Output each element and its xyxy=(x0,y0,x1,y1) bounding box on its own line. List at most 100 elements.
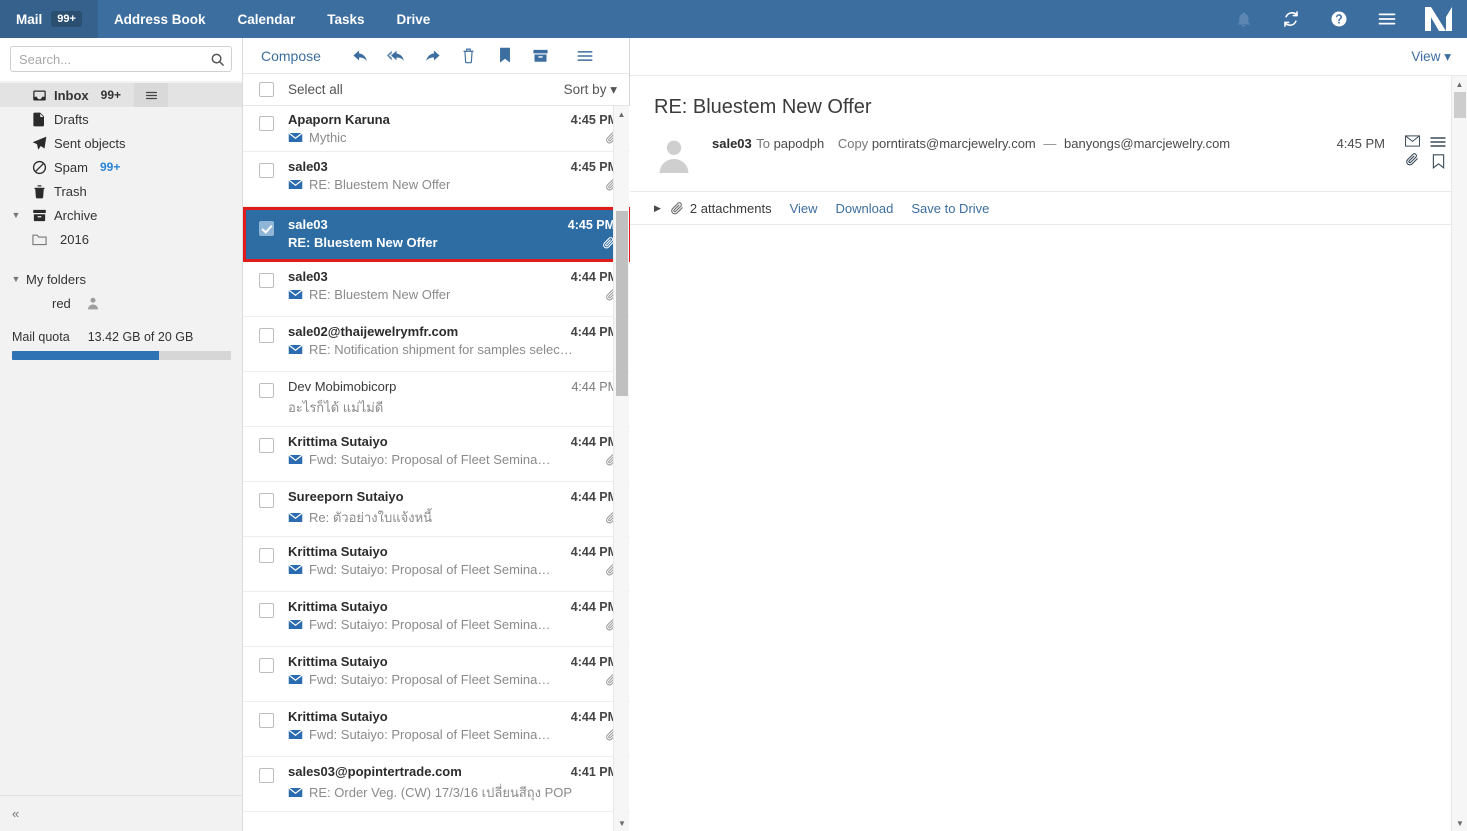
chevron-down-icon: ▾ xyxy=(1444,48,1451,64)
sidebar-item-sent-objects[interactable]: Sent objects xyxy=(0,131,242,155)
nav-tab-address-book[interactable]: Address Book xyxy=(98,0,222,38)
search-input[interactable] xyxy=(11,47,203,71)
message-checkbox[interactable] xyxy=(259,328,274,343)
message-top-line: sale02@thaijewelrymfr.com 4:44 PM xyxy=(288,324,618,339)
scroll-down-arrow-icon[interactable]: ▼ xyxy=(614,815,630,831)
message-checkbox[interactable] xyxy=(259,603,274,618)
archive-expand-twisty-icon[interactable]: ▼ xyxy=(6,210,26,220)
scroll-down-arrow-icon[interactable]: ▼ xyxy=(1452,815,1467,831)
paperclip-icon[interactable] xyxy=(1405,152,1419,166)
message-content: Krittima Sutaiyo 4:44 PM Fwd: Sutaiyo: P… xyxy=(274,427,618,481)
reading-pane-scrollbar[interactable]: ▲ ▼ xyxy=(1451,76,1467,831)
table-row[interactable]: Krittima Sutaiyo 4:44 PM Fwd: Sutaiyo: P… xyxy=(243,592,630,647)
mail-quota: Mail quota 13.42 GB of 20 GB xyxy=(0,330,243,360)
collapse-sidebar-icon[interactable]: « xyxy=(12,806,19,821)
table-row[interactable]: sales03@popintertrade.com 4:41 PM RE: Or… xyxy=(243,757,630,812)
nav-tab-mail[interactable]: Mail 99+ xyxy=(0,0,98,38)
table-row[interactable]: sale03 4:44 PM RE: Bluestem New Offer xyxy=(243,262,630,317)
sidebar-item-spam[interactable]: Spam 99+ xyxy=(0,155,242,179)
message-checkbox[interactable] xyxy=(259,163,274,178)
message-subject: Fwd: Sutaiyo: Proposal of Fleet Semina… xyxy=(309,617,551,632)
message-content: sale03 4:44 PM RE: Bluestem New Offer xyxy=(274,262,618,316)
search-icon[interactable] xyxy=(203,52,231,67)
list-menu-icon[interactable] xyxy=(567,38,603,74)
bookmark-icon[interactable] xyxy=(1432,154,1445,169)
message-checkbox[interactable] xyxy=(259,221,274,236)
folder-icon xyxy=(26,233,52,246)
message-checkbox[interactable] xyxy=(259,383,274,398)
scroll-up-arrow-icon[interactable]: ▲ xyxy=(1452,76,1467,92)
view-dropdown[interactable]: View ▾ xyxy=(1411,49,1451,65)
table-row[interactable]: Sureeporn Sutaiyo 4:44 PM Re: ตัวอย่างใบ… xyxy=(243,482,630,537)
compose-button[interactable]: Compose xyxy=(255,48,327,64)
message-from-block: sale03 To papodph Copy porntirats@marcje… xyxy=(694,133,1337,153)
nav-tab-tasks[interactable]: Tasks xyxy=(311,0,380,38)
inbox-folder-menu-icon[interactable] xyxy=(134,83,169,107)
message-time: 4:45 PM xyxy=(570,113,618,127)
scroll-up-arrow-icon[interactable]: ▲ xyxy=(614,106,629,122)
message-list[interactable]: Apaporn Karuna 4:45 PM Mythic sale03 4:4… xyxy=(243,106,630,831)
attachment-download-link[interactable]: Download xyxy=(836,201,894,216)
message-time: 4:45 PM xyxy=(570,160,618,174)
forward-icon[interactable] xyxy=(415,38,451,74)
message-time: 4:44 PM xyxy=(570,490,618,504)
sidebar-item-archive[interactable]: ▼ Archive xyxy=(0,203,242,227)
table-row-selected[interactable]: sale03 4:45 PM RE: Bluestem New Offer xyxy=(243,207,630,262)
search-box[interactable] xyxy=(10,46,232,72)
bell-icon[interactable] xyxy=(1219,0,1267,38)
message-checkbox[interactable] xyxy=(259,273,274,288)
message-checkbox[interactable] xyxy=(259,658,274,673)
menu-icon[interactable] xyxy=(1363,0,1411,38)
message-list-scrollbar[interactable]: ▲ ▼ xyxy=(613,106,629,831)
message-checkbox[interactable] xyxy=(259,768,274,783)
delete-icon[interactable] xyxy=(451,38,487,74)
message-checkbox[interactable] xyxy=(259,548,274,563)
message-subject: RE: Bluestem New Offer xyxy=(309,287,451,302)
table-row[interactable]: Dev Mobimobicorp 4:44 PM อะไรก็ได้ แม่ไม… xyxy=(243,372,630,427)
sort-by-dropdown[interactable]: Sort by ▾ xyxy=(564,82,617,98)
message-checkbox[interactable] xyxy=(259,116,274,131)
envelope-icon xyxy=(288,512,305,523)
message-subject: Fwd: Sutaiyo: Proposal of Fleet Semina… xyxy=(309,672,551,687)
mail-quota-fill xyxy=(12,351,159,360)
table-row[interactable]: sale02@thaijewelrymfr.com 4:44 PM RE: No… xyxy=(243,317,630,372)
sort-by-label: Sort by xyxy=(563,81,607,97)
table-row[interactable]: Krittima Sutaiyo 4:44 PM Fwd: Sutaiyo: P… xyxy=(243,537,630,592)
flag-icon[interactable] xyxy=(487,38,523,74)
sidebar-item-drafts-label: Drafts xyxy=(54,111,89,127)
sidebar-item-inbox[interactable]: Inbox 99+ xyxy=(0,83,242,107)
sidebar-item-archive-2016[interactable]: 2016 xyxy=(0,227,242,251)
help-icon[interactable] xyxy=(1315,0,1363,38)
attachments-expand-twisty-icon[interactable]: ▶ xyxy=(654,203,670,214)
sidebar-group-my-folders[interactable]: ▼ My folders xyxy=(0,267,242,291)
archive-icon[interactable] xyxy=(523,38,559,74)
message-sender: sale03 xyxy=(288,217,328,232)
message-checkbox[interactable] xyxy=(259,713,274,728)
select-all-checkbox[interactable] xyxy=(259,82,274,97)
message-bottom-line: Mythic xyxy=(288,130,618,145)
scrollbar-thumb[interactable] xyxy=(1454,92,1466,118)
attachment-save-to-drive-link[interactable]: Save to Drive xyxy=(911,201,989,216)
reply-all-icon[interactable] xyxy=(379,38,415,74)
table-row[interactable]: sale03 4:45 PM RE: Bluestem New Offer xyxy=(243,152,630,207)
table-row[interactable]: Apaporn Karuna 4:45 PM Mythic xyxy=(243,106,630,152)
table-row[interactable]: Krittima Sutaiyo 4:44 PM Fwd: Sutaiyo: P… xyxy=(243,647,630,702)
sidebar-item-red[interactable]: red xyxy=(0,291,242,315)
nav-tab-drive[interactable]: Drive xyxy=(381,0,447,38)
menu-icon[interactable] xyxy=(1430,135,1446,149)
message-content: sale03 4:45 PM RE: Bluestem New Offer xyxy=(274,210,615,259)
my-folders-expand-twisty-icon[interactable]: ▼ xyxy=(6,274,26,284)
refresh-icon[interactable] xyxy=(1267,0,1315,38)
scrollbar-thumb[interactable] xyxy=(616,211,628,396)
message-checkbox[interactable] xyxy=(259,438,274,453)
message-checkbox[interactable] xyxy=(259,493,274,508)
nav-tab-calendar[interactable]: Calendar xyxy=(221,0,311,38)
envelope-icon[interactable] xyxy=(1404,135,1420,147)
attachment-view-link[interactable]: View xyxy=(790,201,818,216)
sidebar-item-trash[interactable]: Trash xyxy=(0,179,242,203)
sidebar-item-drafts[interactable]: Drafts xyxy=(0,107,242,131)
reply-icon[interactable] xyxy=(343,38,379,74)
table-row[interactable]: Krittima Sutaiyo 4:44 PM Fwd: Sutaiyo: P… xyxy=(243,427,630,482)
table-row[interactable]: Krittima Sutaiyo 4:44 PM Fwd: Sutaiyo: P… xyxy=(243,702,630,757)
